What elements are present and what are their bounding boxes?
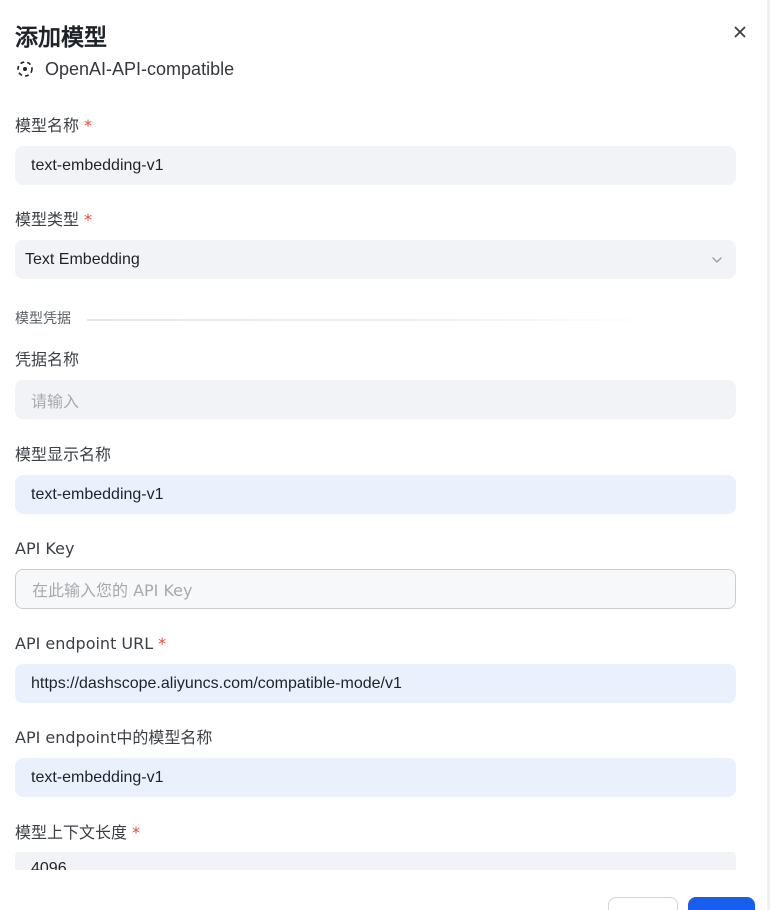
model-name-value: text-embedding-v1 bbox=[31, 156, 164, 174]
api-key-placeholder: 在此输入您的 API Key bbox=[32, 581, 193, 600]
credentials-section-title: 模型凭据 bbox=[15, 311, 71, 327]
api-key-label: API Key bbox=[15, 539, 75, 558]
endpoint-model-name-input[interactable]: text-embedding-v1 bbox=[15, 758, 736, 797]
api-key-input[interactable]: 在此输入您的 API Key bbox=[15, 569, 736, 609]
endpoint-model-name-label: API endpoint中的模型名称 bbox=[15, 728, 213, 747]
display-name-input[interactable]: text-embedding-v1 bbox=[15, 475, 736, 514]
required-mark: * bbox=[132, 823, 141, 842]
save-button[interactable] bbox=[688, 897, 755, 910]
display-name-label: 模型显示名称 bbox=[15, 445, 112, 464]
add-model-dialog: 添加模型 OpenAI-API-compatible 模型名称 * text-em… bbox=[0, 0, 770, 910]
model-name-label: 模型名称 * bbox=[15, 116, 92, 136]
section-divider bbox=[87, 319, 667, 321]
credential-name-label: 凭据名称 bbox=[15, 350, 80, 369]
required-mark: * bbox=[158, 634, 167, 653]
dialog-title: 添加模型 bbox=[15, 25, 107, 51]
model-name-input[interactable]: text-embedding-v1 bbox=[15, 146, 736, 185]
model-type-label-text: 模型类型 bbox=[15, 210, 80, 229]
provider-name: OpenAI-API-compatible bbox=[45, 58, 235, 79]
context-length-input[interactable]: 4096 bbox=[15, 852, 736, 870]
provider-info: OpenAI-API-compatible bbox=[15, 57, 234, 81]
chevron-down-icon bbox=[710, 253, 724, 267]
model-type-label: 模型类型 * bbox=[15, 210, 92, 230]
close-button[interactable] bbox=[728, 22, 752, 46]
context-length-label-text: 模型上下文长度 bbox=[15, 823, 128, 842]
credential-name-placeholder: 请输入 bbox=[31, 391, 80, 411]
provider-logo-icon bbox=[15, 59, 35, 79]
credential-name-input[interactable]: 请输入 bbox=[15, 380, 736, 419]
cancel-button[interactable] bbox=[608, 897, 678, 910]
context-length-value: 4096 bbox=[31, 860, 67, 870]
endpoint-url-label: API endpoint URL * bbox=[15, 634, 166, 654]
required-mark: * bbox=[84, 116, 93, 135]
model-type-select[interactable]: Text Embedding bbox=[15, 240, 736, 279]
model-name-label-text: 模型名称 bbox=[15, 116, 80, 135]
model-type-value: Text Embedding bbox=[25, 250, 140, 268]
endpoint-url-label-text: API endpoint URL bbox=[15, 634, 154, 653]
context-length-field-clip: 4096 bbox=[0, 852, 770, 870]
display-name-value: text-embedding-v1 bbox=[31, 485, 164, 503]
endpoint-url-value: https://dashscope.aliyuncs.com/compatibl… bbox=[31, 674, 402, 692]
endpoint-model-name-value: text-embedding-v1 bbox=[31, 768, 164, 786]
close-icon[interactable] bbox=[734, 25, 746, 43]
endpoint-url-input[interactable]: https://dashscope.aliyuncs.com/compatibl… bbox=[15, 664, 736, 703]
context-length-label: 模型上下文长度 * bbox=[15, 823, 140, 843]
required-mark: * bbox=[84, 210, 93, 229]
